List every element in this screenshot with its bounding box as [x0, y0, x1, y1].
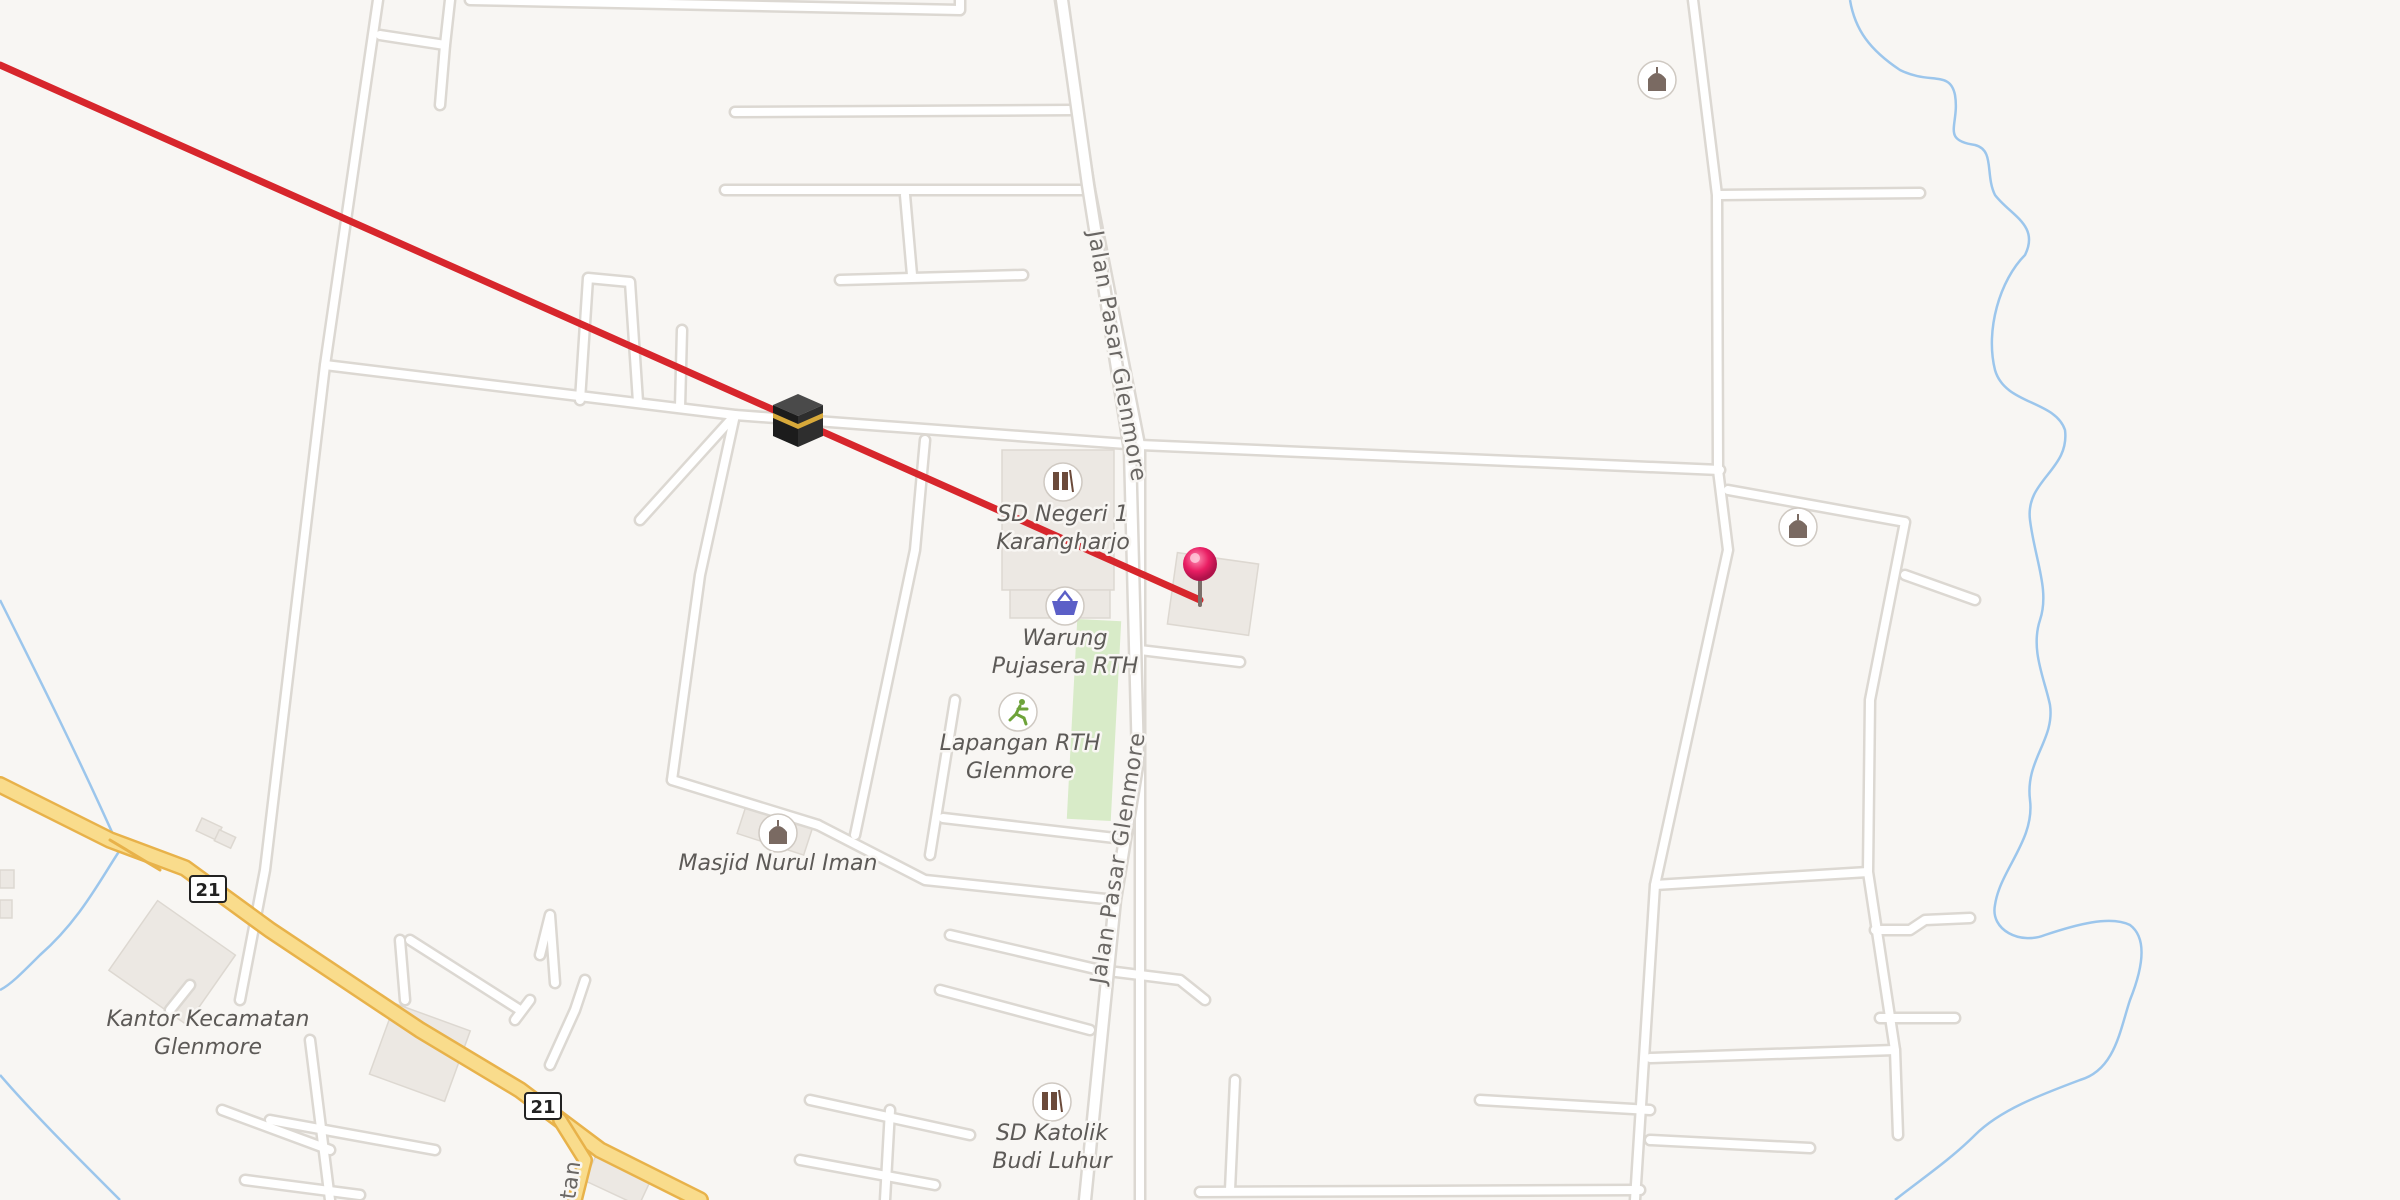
poi-mosque-top-right[interactable] [1637, 60, 1677, 100]
poi-label-line2: Glenmore [154, 1035, 262, 1060]
mosque-icon [758, 813, 798, 853]
poi-label-line1: SD Negeri 1 [997, 502, 1129, 527]
poi-label-line1: Warung [1023, 626, 1108, 651]
svg-text:21: 21 [530, 1097, 555, 1118]
poi-label-line2: Pujasera RTH [992, 654, 1139, 679]
poi-label-line2: Karangharjo [996, 530, 1130, 555]
road-shield-21-a: 21 [189, 875, 227, 903]
shopping-basket-icon [1045, 586, 1085, 626]
poi-label-line2: Glenmore [966, 759, 1074, 784]
school-icon [1043, 462, 1083, 502]
poi-label-line2: Budi Luhur [992, 1149, 1113, 1174]
map-canvas[interactable]: Jalan Pasar Glenmore Jalan Pasar Glenmor… [0, 0, 2400, 1200]
poi-mosque-right[interactable] [1778, 507, 1818, 547]
kaaba-icon[interactable] [773, 394, 823, 447]
school-icon [1032, 1082, 1072, 1122]
sports-pitch-icon [998, 692, 1038, 732]
poi-label-line1: Masjid Nurul Iman [679, 851, 878, 876]
road-shield-21-b: 21 [524, 1092, 562, 1120]
poi-label-line1: Lapangan RTH [940, 731, 1101, 756]
mosque-icon [1778, 507, 1818, 547]
poi-label-line1: Kantor Kecamatan [107, 1007, 310, 1032]
poi-label-line1: SD Katolik [996, 1121, 1109, 1146]
svg-text:21: 21 [195, 880, 220, 901]
street-label-jalan-partial: tan [556, 1159, 586, 1200]
mosque-icon [1637, 60, 1677, 100]
